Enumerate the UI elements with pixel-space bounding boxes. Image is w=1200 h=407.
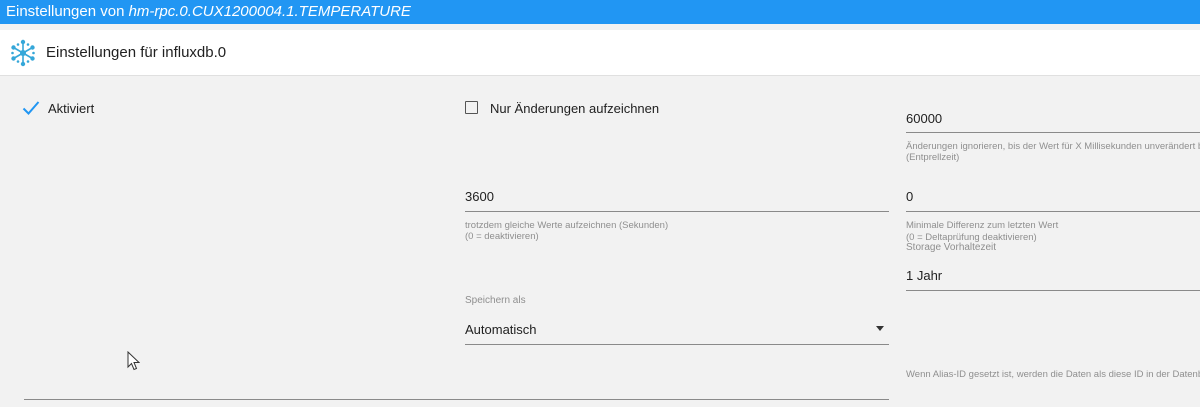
store-as-label: Speichern als: [465, 295, 526, 306]
min-diff-input-underline: [906, 211, 1200, 212]
store-as-select-underline: [465, 344, 889, 345]
window-title-prefix: Einstellungen von: [6, 3, 129, 20]
retention-select-underline: [906, 290, 1200, 291]
enabled-label[interactable]: Aktiviert: [48, 101, 94, 116]
page-title: Einstellungen für influxdb.0: [46, 44, 227, 61]
still-record-help-line2: (0 = deaktivieren): [465, 231, 539, 242]
alias-help: Wenn Alias-ID gesetzt ist, werden die Da…: [906, 369, 1200, 380]
min-diff-input[interactable]: 0: [906, 189, 913, 204]
still-record-help-line1: trotzdem gleiche Werte aufzeichnen (Seku…: [465, 220, 669, 231]
debounce-help-line1: Änderungen ignorieren, bis der Wert für …: [906, 141, 1200, 152]
debounce-input-underline: [906, 132, 1200, 133]
changes-only-checkbox[interactable]: [465, 101, 478, 114]
adapter-header: Einstellungen für influxdb.0: [0, 30, 1200, 76]
mouse-cursor-icon: [127, 351, 140, 371]
still-record-input[interactable]: 3600: [465, 189, 494, 204]
still-record-input-underline: [465, 211, 889, 212]
debounce-help-line2: (Entprellzeit): [906, 152, 960, 163]
window-title-object-id: hm-rpc.0.CUX1200004.1.TEMPERATURE: [128, 3, 411, 20]
retention-label: Storage Vorhaltezeit: [906, 242, 997, 253]
influxdb-logo-icon: [11, 39, 35, 67]
alias-input-underline[interactable]: [24, 399, 889, 400]
enabled-checkmark-icon[interactable]: [22, 100, 40, 116]
dropdown-arrow-icon[interactable]: [876, 326, 884, 331]
changes-only-label[interactable]: Nur Änderungen aufzeichnen: [490, 101, 659, 116]
retention-select[interactable]: 1 Jahr: [906, 268, 942, 283]
debounce-input[interactable]: 60000: [906, 111, 942, 126]
min-diff-help-line1: Minimale Differenz zum letzten Wert: [906, 220, 1059, 231]
window-titlebar: Einstellungen von hm-rpc.0.CUX1200004.1.…: [0, 0, 1200, 24]
store-as-select[interactable]: Automatisch: [465, 322, 537, 337]
